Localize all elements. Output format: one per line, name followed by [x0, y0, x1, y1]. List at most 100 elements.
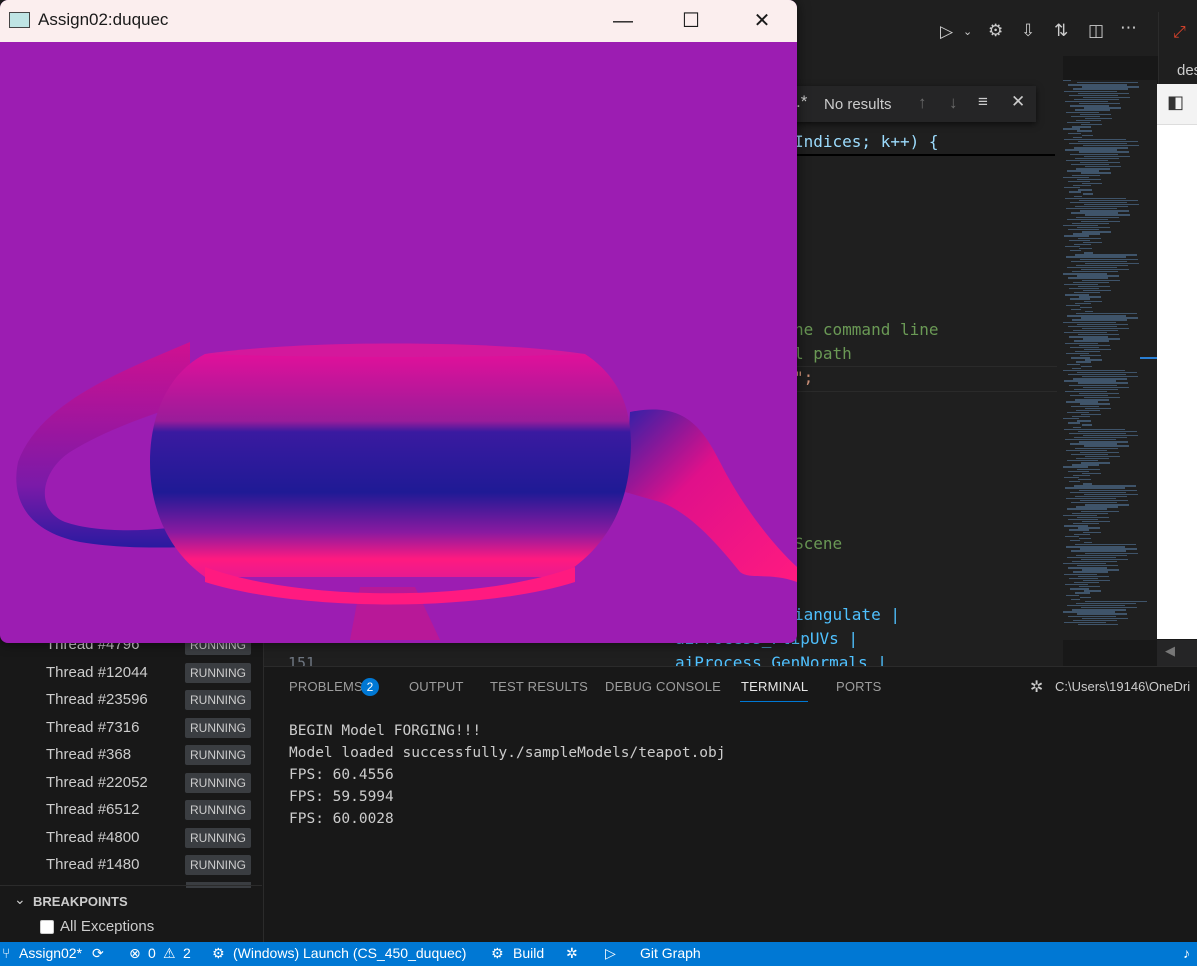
thread-row[interactable]: Thread #7316 RUNNING — [0, 715, 262, 742]
active-tab-indicator — [740, 701, 808, 702]
warning-icon: ⚠ — [163, 945, 176, 961]
bug-icon[interactable]: ✲ — [566, 945, 578, 962]
thread-name: Thread #23596 — [46, 691, 148, 708]
minimap-line — [1067, 363, 1080, 365]
thread-row[interactable]: Thread #4800 RUNNING — [0, 825, 262, 852]
thread-name: Thread #22052 — [46, 773, 148, 791]
minimap-line — [1069, 481, 1080, 483]
next-match-icon[interactable]: ↓ — [949, 93, 958, 113]
git-graph[interactable]: Git Graph — [640, 945, 701, 961]
teapot-spout — [625, 409, 797, 582]
pdf-icon: ⤢ — [1173, 24, 1186, 41]
maximize-button[interactable]: ☐ — [668, 0, 714, 42]
build-icon: ⚙ — [491, 945, 504, 961]
thread-status-badge: RUNNING — [185, 800, 251, 820]
previous-match-icon[interactable]: ↑ — [918, 93, 927, 113]
deploy-icon[interactable]: ⇩ — [1021, 21, 1035, 41]
problems-count-badge: 2 — [361, 678, 379, 696]
run-icon[interactable]: ▷ — [605, 945, 616, 962]
tab-debug-console[interactable]: DEBUG CONSOLE — [605, 679, 721, 694]
minimap-line — [1080, 306, 1092, 309]
teapot-model — [16, 342, 797, 640]
preview-pane — [1157, 84, 1197, 639]
minimap-line — [1068, 422, 1080, 424]
minimap-line — [1080, 596, 1091, 598]
build-label[interactable]: Build — [513, 945, 544, 961]
minimap-line — [1079, 537, 1091, 540]
editor-tab-right[interactable]: ⤢ des — [1158, 12, 1197, 84]
find-in-selection-icon[interactable]: ≡ — [978, 92, 988, 112]
minimap-line — [1082, 134, 1093, 136]
branch-name[interactable]: Assign02* — [19, 945, 82, 961]
close-icon[interactable]: ✕ — [1011, 92, 1025, 112]
app-window: Assign02:duquec — ☐ ✕ — [0, 0, 797, 643]
thread-row[interactable]: Thread #23596 RUNNING — [0, 687, 262, 714]
thread-row[interactable]: Thread #12044 RUNNING — [0, 660, 262, 687]
minimap-line — [1071, 598, 1080, 601]
app-window-title: Assign02:duquec — [38, 10, 169, 29]
code-fragment: Scene — [794, 534, 843, 553]
breakpoint-label: All Exceptions — [60, 918, 155, 935]
breakpoint-item[interactable]: All Exceptions — [0, 916, 262, 942]
more-actions-icon[interactable]: ⋯ — [1120, 18, 1137, 38]
sync-icon[interactable]: ⟳ — [92, 945, 104, 962]
thread-row[interactable]: Thread #1480 RUNNING — [0, 852, 262, 879]
chevron-down-icon: ⌄ — [14, 891, 26, 907]
gear-icon[interactable]: ⚙ — [988, 21, 1003, 41]
launch-icon: ⚙ — [212, 945, 225, 961]
thread-row[interactable]: Thread #368 RUNNING — [0, 742, 262, 769]
notifications-icon[interactable]: ♪ — [1183, 945, 1190, 961]
minimap[interactable] — [1057, 80, 1157, 640]
thread-name: Thread #368 — [46, 746, 132, 763]
code-fragment: ne command line — [794, 320, 939, 339]
minimap-line — [1065, 245, 1080, 248]
minimap-line — [1070, 250, 1081, 252]
preview-toolbar: ◧ — [1157, 84, 1197, 125]
run-icon[interactable]: ▷ — [940, 22, 953, 42]
minimap-line — [1066, 594, 1079, 596]
breakpoints-header[interactable]: ⌄ BREAKPOINTS — [0, 885, 262, 916]
warning-count[interactable]: 2 — [183, 945, 191, 961]
tab-test-results[interactable]: TEST RESULTS — [490, 679, 588, 694]
find-result-text: No results — [824, 96, 892, 113]
minimap-scroll-marker — [1140, 357, 1157, 359]
tab-ports[interactable]: PORTS — [836, 679, 882, 694]
terminal-line: BEGIN Model FORGING!!! — [289, 723, 482, 739]
render-viewport[interactable] — [0, 42, 797, 643]
sidebar-toggle-icon[interactable]: ◧ — [1167, 92, 1184, 113]
minimap-line — [1081, 365, 1092, 367]
tab-problems[interactable]: PROBLEMS — [289, 679, 363, 694]
tab-terminal[interactable]: TERMINAL — [741, 679, 808, 694]
thread-row[interactable]: Thread #6512 RUNNING — [0, 797, 262, 824]
chevron-down-icon[interactable]: ⌄ — [963, 25, 972, 38]
minimize-button[interactable]: — — [600, 0, 646, 42]
minimap-line — [1083, 193, 1093, 195]
minimap-line — [1071, 308, 1081, 311]
error-count[interactable]: 0 — [148, 945, 156, 961]
right-tab-label: des — [1177, 62, 1197, 79]
app-title-bar[interactable]: Assign02:duquec — ☐ ✕ — [0, 0, 797, 42]
regex-toggle[interactable]: .* — [796, 92, 807, 112]
debug-sidebar: Thread #4796 RUNNING Thread #12044 RUNNING T… — [0, 635, 264, 942]
terminal-line: FPS: 60.0028 — [289, 811, 394, 827]
terminal-path[interactable]: C:\Users\19146\OneDri — [1055, 679, 1190, 694]
minimap-line — [1064, 476, 1079, 479]
thread-status-badge: RUNNING — [185, 690, 251, 710]
thread-status-badge: RUNNING — [185, 745, 251, 765]
tab-output[interactable]: OUTPUT — [409, 679, 464, 694]
code-fragment: l path — [794, 344, 852, 363]
breakpoint-checkbox[interactable] — [40, 920, 54, 934]
launch-config[interactable]: (Windows) Launch (CS_450_duquec) — [233, 945, 466, 961]
split-editor-icon[interactable]: ◫ — [1088, 21, 1104, 41]
close-button[interactable]: ✕ — [739, 0, 785, 42]
thread-status-badge: RUNNING — [185, 827, 251, 848]
compare-icon[interactable]: ⇅ — [1054, 21, 1068, 41]
minimap-line — [1068, 132, 1081, 134]
terminal-line: FPS: 59.5994 — [289, 789, 394, 805]
minimap-line — [1069, 191, 1081, 193]
thread-name: Thread #1480 — [46, 856, 140, 873]
thread-row[interactable]: Thread #22052 RUNNING — [0, 770, 262, 797]
bottom-panel: PROBLEMS 2 OUTPUT TEST RESULTS DEBUG CON… — [264, 666, 1197, 943]
code-fragment: iangulate | — [794, 605, 900, 624]
scroll-left-icon[interactable]: ◀ — [1165, 643, 1175, 659]
